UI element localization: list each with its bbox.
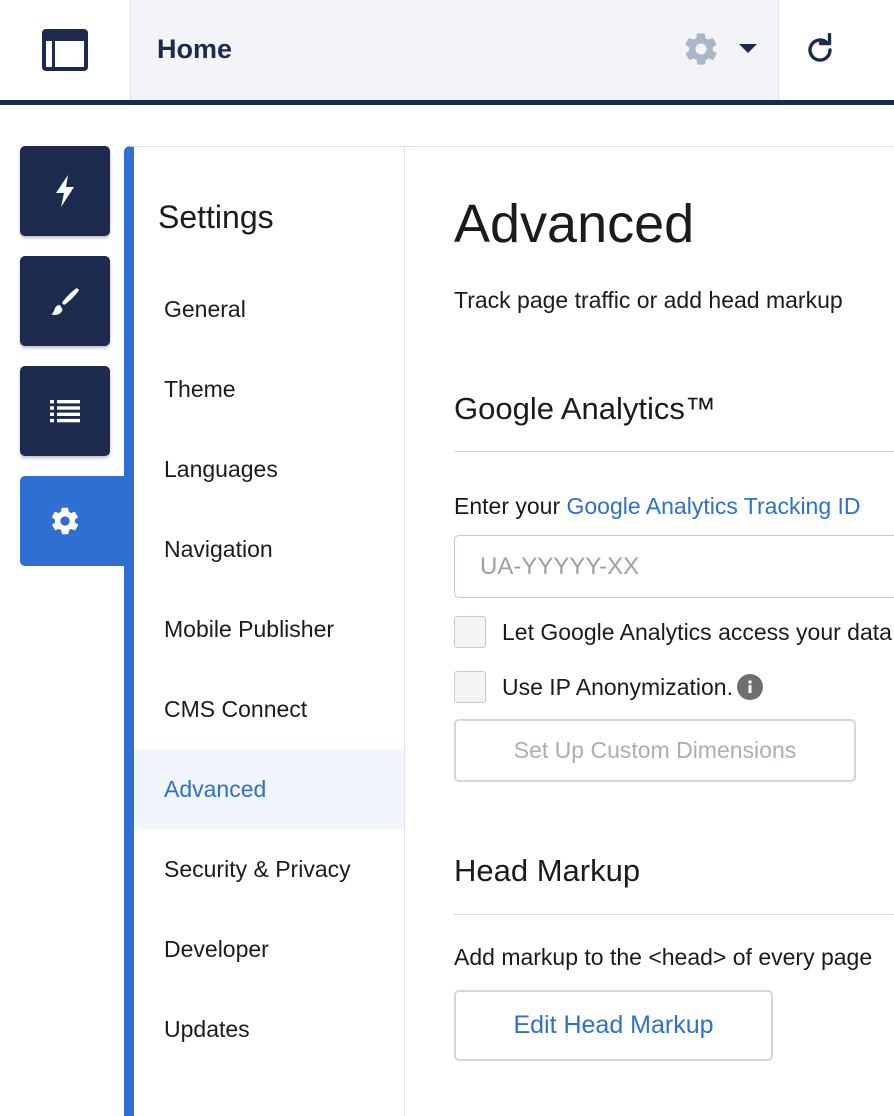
top-bar-border: [0, 100, 894, 105]
caret-down-icon[interactable]: [739, 44, 757, 53]
page-title: Home: [157, 34, 233, 64]
refresh-icon: [808, 33, 832, 62]
top-bar: Home: [0, 0, 894, 100]
lightning-icon: [56, 175, 74, 207]
settings-heading: Settings: [158, 199, 274, 235]
rail-design-button[interactable]: [20, 256, 110, 346]
tracking-id-prompt: Enter your Google Analytics Tracking ID: [454, 493, 861, 520]
data-access-row: Let Google Analytics access your data: [454, 616, 892, 648]
ip-anonymization-label[interactable]: Use IP Anonymization.: [502, 674, 733, 701]
edit-head-markup-button[interactable]: Edit Head Markup: [454, 990, 773, 1061]
settings-item-general[interactable]: General: [134, 269, 404, 349]
ip-anonymization-row: Use IP Anonymization.: [454, 671, 763, 703]
section-divider: [454, 451, 894, 452]
list-icon: [50, 400, 80, 423]
settings-item-cms-connect[interactable]: CMS Connect: [134, 669, 404, 749]
rail-settings-button[interactable]: [20, 476, 126, 566]
advanced-content: Advanced Track page traffic or add head …: [454, 147, 894, 1116]
tracking-id-link[interactable]: Google Analytics Tracking ID: [567, 493, 861, 519]
page-selector[interactable]: Home: [131, 0, 779, 100]
settings-item-languages[interactable]: Languages: [134, 429, 404, 509]
google-analytics-heading: Google Analytics™: [454, 391, 716, 426]
settings-item-mobile-publisher[interactable]: Mobile Publisher: [134, 589, 404, 669]
info-icon[interactable]: [736, 674, 763, 700]
gear-icon: [51, 507, 79, 535]
tracking-id-input[interactable]: [454, 535, 894, 598]
settings-item-security-privacy[interactable]: Security & Privacy: [134, 829, 404, 909]
settings-item-theme[interactable]: Theme: [134, 349, 404, 429]
tracking-id-prompt-prefix: Enter your: [454, 493, 567, 519]
layout-icon: [42, 29, 88, 71]
layout-toggle-button[interactable]: [0, 0, 131, 100]
content-description: Track page traffic or add head markup: [454, 287, 843, 313]
gear-icon[interactable]: [682, 30, 720, 68]
settings-item-updates[interactable]: Updates: [134, 989, 404, 1069]
rail-add-button[interactable]: [20, 146, 110, 236]
refresh-button[interactable]: [779, 0, 894, 100]
custom-dimensions-button[interactable]: Set Up Custom Dimensions: [454, 719, 856, 782]
rail-pages-button[interactable]: [20, 366, 110, 456]
ip-anonymization-checkbox[interactable]: [454, 671, 486, 703]
settings-panel: Settings General Theme Languages Navigat…: [124, 146, 894, 1116]
section-divider: [454, 914, 894, 915]
content-title: Advanced: [454, 194, 695, 254]
head-markup-description: Add markup to the <head> of every page: [454, 944, 873, 970]
settings-item-navigation[interactable]: Navigation: [134, 509, 404, 589]
info-glyph: [748, 680, 752, 693]
settings-item-advanced[interactable]: Advanced: [134, 749, 404, 829]
settings-item-developer[interactable]: Developer: [134, 909, 404, 989]
paintbrush-icon: [51, 288, 79, 315]
data-access-label[interactable]: Let Google Analytics access your data: [502, 619, 892, 646]
data-access-checkbox[interactable]: [454, 616, 486, 648]
head-markup-heading: Head Markup: [454, 853, 641, 888]
settings-nav: Settings General Theme Languages Navigat…: [134, 147, 405, 1116]
